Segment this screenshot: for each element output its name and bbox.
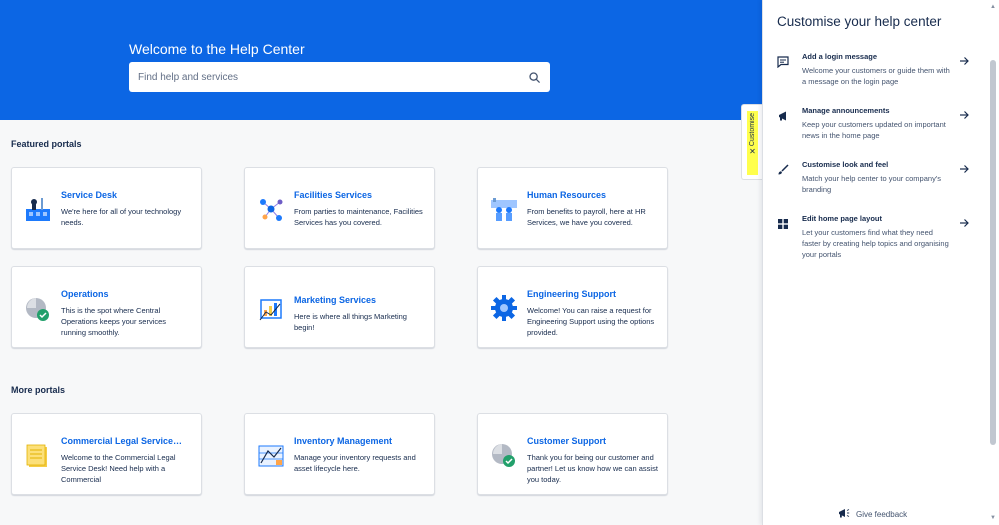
arrow-right-icon[interactable] bbox=[959, 53, 971, 65]
customise-label[interactable]: Customise bbox=[749, 113, 756, 146]
panel-item-description: Keep your customers updated on important… bbox=[802, 120, 946, 140]
megaphone-icon bbox=[777, 109, 791, 123]
portal-description: We're here for all of your technology ne… bbox=[61, 207, 182, 227]
portal-description: From parties to maintenance, Facilities … bbox=[294, 207, 423, 227]
portal-card-marketing-services[interactable]: Marketing Services Here is where all thi… bbox=[244, 266, 435, 348]
close-icon[interactable]: ✕ bbox=[749, 148, 756, 156]
portal-title[interactable]: Customer Support bbox=[527, 436, 657, 446]
panel-item-description: Welcome your customers or guide them wit… bbox=[802, 66, 950, 86]
search-icon[interactable] bbox=[527, 70, 541, 84]
portal-description: Here is where all things Marketing begin… bbox=[294, 312, 407, 332]
portal-title[interactable]: Marketing Services bbox=[294, 295, 424, 305]
marketing-chart-icon bbox=[256, 294, 286, 324]
portal-title[interactable]: Commercial Legal Service… bbox=[61, 436, 191, 446]
scroll-up-arrow-icon[interactable]: ▲ bbox=[990, 4, 996, 10]
portal-card-commercial-legal[interactable]: Commercial Legal Service… Welcome to the… bbox=[11, 413, 202, 495]
arrow-right-icon[interactable] bbox=[959, 215, 971, 227]
customise-toggle-tab[interactable]: Customise ✕ bbox=[741, 104, 762, 180]
portal-card-inventory-management[interactable]: Inventory Management Manage your invento… bbox=[244, 413, 435, 495]
portal-title[interactable]: Engineering Support bbox=[527, 289, 657, 299]
panel-item-description: Match your help center to your company's… bbox=[802, 174, 941, 194]
panel-item-title: Add a login message bbox=[802, 52, 878, 61]
scroll-down-arrow-icon[interactable]: ▼ bbox=[990, 515, 996, 521]
portal-title[interactable]: Service Desk bbox=[61, 190, 191, 200]
network-nodes-icon bbox=[256, 194, 286, 224]
portal-card-engineering-support[interactable]: Engineering Support Welcome! You can rai… bbox=[477, 266, 668, 348]
more-portals-heading: More portals bbox=[11, 385, 66, 395]
panel-item-description: Let your customers find what they need f… bbox=[802, 228, 949, 259]
paintbrush-icon bbox=[777, 163, 791, 177]
portal-card-service-desk[interactable]: Service Desk We're here for all of your … bbox=[11, 167, 202, 249]
portal-title[interactable]: Human Resources bbox=[527, 190, 657, 200]
panel-item-home-layout[interactable]: Edit home page layout Let your customers… bbox=[763, 214, 988, 274]
search-input[interactable] bbox=[138, 71, 527, 83]
give-feedback-label[interactable]: Give feedback bbox=[856, 510, 907, 519]
people-hr-icon bbox=[489, 194, 519, 224]
hero-banner: Welcome to the Help Center bbox=[0, 0, 762, 120]
panel-item-announcements[interactable]: Manage announcements Keep your customers… bbox=[763, 106, 988, 156]
gear-icon bbox=[489, 293, 519, 323]
featured-portals-heading: Featured portals bbox=[11, 139, 82, 149]
panel-scrollbar[interactable] bbox=[990, 60, 996, 445]
portal-title[interactable]: Operations bbox=[61, 289, 191, 299]
panel-item-login-message[interactable]: Add a login message Welcome your custome… bbox=[763, 52, 988, 102]
hero-title: Welcome to the Help Center bbox=[129, 41, 305, 57]
panel-item-title: Manage announcements bbox=[802, 106, 890, 115]
portal-card-operations[interactable]: Operations This is the spot where Centra… bbox=[11, 266, 202, 348]
layout-grid-icon bbox=[777, 217, 791, 231]
give-feedback-button[interactable]: Give feedback bbox=[838, 508, 907, 521]
customise-toggle-highlight[interactable]: Customise ✕ bbox=[747, 111, 758, 175]
search-box[interactable] bbox=[129, 62, 550, 92]
panel-item-title: Customise look and feel bbox=[802, 160, 889, 169]
portal-title[interactable]: Facilities Services bbox=[294, 190, 424, 200]
portal-description: Welcome to the Commercial Legal Service … bbox=[61, 453, 176, 484]
portal-description: Manage your inventory requests and asset… bbox=[294, 453, 416, 473]
arrow-right-icon[interactable] bbox=[959, 161, 971, 173]
portal-description: From benefits to payroll, here at HR Ser… bbox=[527, 207, 646, 227]
inventory-blueprint-icon bbox=[256, 441, 286, 471]
service-desk-icon bbox=[23, 194, 53, 224]
arrow-right-icon[interactable] bbox=[959, 107, 971, 119]
portal-description: This is the spot where Central Operation… bbox=[61, 306, 167, 337]
legal-document-icon bbox=[23, 441, 53, 471]
panel-title: Customise your help center bbox=[777, 14, 942, 29]
portal-title[interactable]: Inventory Management bbox=[294, 436, 424, 446]
portal-description: Thank you for being our customer and par… bbox=[527, 453, 658, 484]
portal-card-customer-support[interactable]: Customer Support Thank you for being our… bbox=[477, 413, 668, 495]
panel-item-title: Edit home page layout bbox=[802, 214, 883, 223]
panel-item-look-and-feel[interactable]: Customise look and feel Match your help … bbox=[763, 160, 988, 210]
message-icon bbox=[777, 55, 791, 69]
portal-card-facilities-services[interactable]: Facilities Services From parties to main… bbox=[244, 167, 435, 249]
portal-card-human-resources[interactable]: Human Resources From benefits to payroll… bbox=[477, 167, 668, 249]
feedback-megaphone-icon bbox=[838, 508, 850, 521]
customise-panel: Customise your help center Add a login m… bbox=[762, 0, 999, 525]
portal-description: Welcome! You can raise a request for Eng… bbox=[527, 306, 655, 337]
customer-support-icon bbox=[489, 440, 519, 470]
operations-icon bbox=[23, 294, 53, 324]
